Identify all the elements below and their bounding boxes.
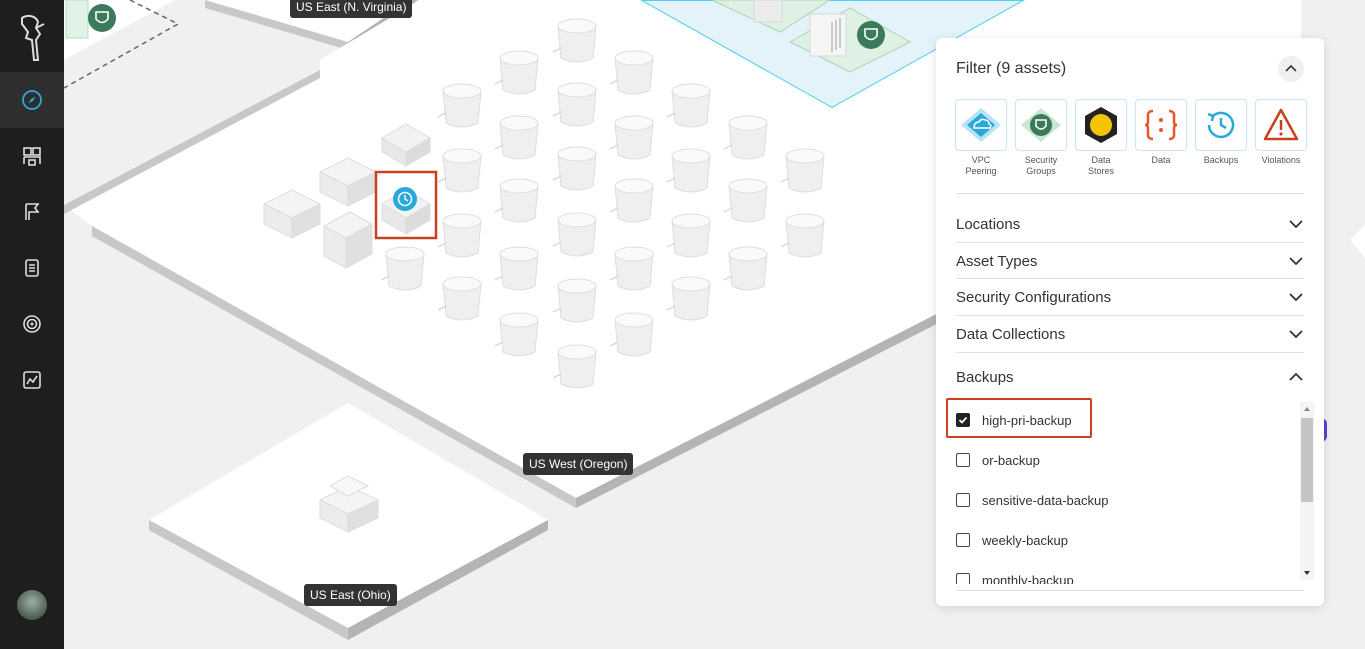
backup-label: or-backup — [982, 452, 1040, 468]
backup-label: monthly-backup — [982, 572, 1074, 585]
warning-icon — [1263, 108, 1299, 141]
checkbox[interactable] — [956, 573, 970, 584]
document-icon — [25, 259, 39, 277]
asset-type-label: Groups — [1026, 166, 1056, 176]
backup-label: weekly-backup — [982, 532, 1068, 548]
checkbox[interactable] — [956, 533, 970, 547]
filter-title: Filter (9 assets) — [956, 60, 1067, 77]
chevron-up-icon — [1285, 64, 1297, 72]
section-asset-types[interactable]: Asset Types — [956, 243, 1304, 279]
chevron-up-icon — [1289, 372, 1303, 381]
section-locations[interactable]: Locations — [956, 206, 1304, 242]
compass-icon — [22, 90, 42, 110]
nav-targets[interactable] — [0, 296, 64, 352]
inventory-icon — [23, 147, 41, 166]
nav-explore[interactable] — [0, 72, 64, 128]
target-icon — [23, 315, 41, 333]
filter-panel: Filter (9 assets) VPC Peering Security G… — [936, 38, 1324, 606]
section-backups[interactable]: Backups — [956, 359, 1304, 395]
divider — [956, 590, 1304, 591]
selected-backup-highlight — [946, 398, 1092, 438]
asset-type-label: Violations — [1261, 155, 1301, 165]
asset-type-backups[interactable]: Backups — [1194, 99, 1248, 166]
asset-type-label: VPC — [971, 155, 991, 165]
asset-type-data[interactable]: Data — [1134, 99, 1188, 166]
asset-type-security-groups[interactable]: Security Groups — [1014, 99, 1068, 177]
asset-type-label: Data — [1091, 155, 1111, 165]
divider — [956, 352, 1304, 353]
asset-type-violations[interactable]: Violations — [1254, 99, 1308, 166]
asset-type-label: Peering — [965, 166, 997, 176]
chevron-down-icon — [1289, 257, 1303, 266]
asset-type-label: Security — [1024, 155, 1058, 165]
backup-item-weekly[interactable]: weekly-backup — [956, 528, 1068, 552]
section-data-collections[interactable]: Data Collections — [956, 316, 1304, 352]
chevron-down-icon — [1289, 330, 1303, 339]
collapse-filter-button[interactable] — [1278, 56, 1304, 82]
asset-type-label: Backups — [1203, 155, 1239, 165]
region-label-us-east-ohio: US East (Ohio) — [304, 584, 397, 606]
app-logo[interactable] — [14, 10, 50, 66]
backup-item-sensitive-data[interactable]: sensitive-data-backup — [956, 488, 1108, 512]
avatar[interactable] — [17, 590, 47, 620]
section-label: Security Configurations — [956, 288, 1112, 306]
chart-icon — [23, 371, 41, 389]
section-security-configurations[interactable]: Security Configurations — [956, 279, 1304, 315]
chevron-down-icon — [1289, 293, 1303, 302]
nav-reports[interactable] — [0, 184, 64, 240]
section-label: Locations — [956, 215, 1021, 233]
nav-documents[interactable] — [0, 240, 64, 296]
chevron-down-icon — [1289, 220, 1303, 229]
backup-item-monthly[interactable]: monthly-backup — [956, 568, 1074, 584]
region-label-us-west-oregon: US West (Oregon) — [523, 453, 634, 475]
data-braces-icon — [1144, 109, 1178, 141]
region-label-us-east-virginia: US East (N. Virginia) — [290, 0, 413, 18]
vpc-peering-icon — [961, 108, 1001, 142]
checkbox[interactable] — [956, 453, 970, 467]
asset-type-label: Data — [1151, 155, 1171, 165]
asset-type-tiles: VPCPeering SecurityGroups DataStores — [954, 99, 1308, 181]
checkbox[interactable] — [956, 493, 970, 507]
section-label: Data Collections — [956, 325, 1066, 343]
asset-type-vpc-peering[interactable]: VPC Peering — [954, 99, 1008, 177]
nav-inventory[interactable] — [0, 128, 64, 184]
security-group-icon — [1021, 108, 1061, 142]
asset-type-label: Stores — [1087, 166, 1114, 176]
nav-analytics[interactable] — [0, 352, 64, 408]
data-store-icon — [1085, 107, 1117, 143]
sidebar — [0, 0, 64, 649]
backup-label: sensitive-data-backup — [982, 492, 1109, 508]
backup-item-or[interactable]: or-backup — [956, 448, 1040, 472]
flag-icon — [25, 203, 40, 220]
section-label: Backups — [956, 368, 1014, 386]
backup-list-scrollbar[interactable] — [1300, 402, 1314, 580]
backup-clock-icon — [1207, 111, 1235, 139]
divider — [956, 193, 1304, 194]
section-label: Asset Types — [956, 252, 1038, 270]
asset-type-data-stores[interactable]: Data Stores — [1074, 99, 1128, 177]
